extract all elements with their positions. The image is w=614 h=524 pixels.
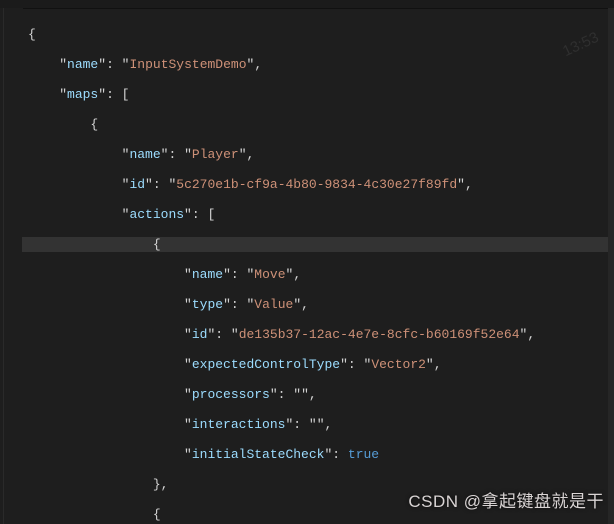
code-line: {	[22, 27, 614, 42]
code-line-active: {	[22, 237, 614, 252]
code-line: "maps": [	[22, 87, 614, 102]
code-line: "id": "de135b37-12ac-4e7e-8cfc-b60169f52…	[22, 327, 614, 342]
code-line: "name": "InputSystemDemo",	[22, 57, 614, 72]
code-line: {	[22, 117, 614, 132]
code-line: "processors": "",	[22, 387, 614, 402]
code-line: "initialStateCheck": true	[22, 447, 614, 462]
code-line: "id": "5c270e1b-cf9a-4b80-9834-4c30e27f8…	[22, 177, 614, 192]
code-line: "interactions": "",	[22, 417, 614, 432]
line-gutter	[0, 8, 23, 524]
code-line: "name": "Move",	[22, 267, 614, 282]
code-line: "expectedControlType": "Vector2",	[22, 357, 614, 372]
code-line: "type": "Value",	[22, 297, 614, 312]
code-editor[interactable]: { "name": "InputSystemDemo", "maps": [ {…	[22, 8, 614, 524]
attribution-watermark: CSDN @拿起键盘就是干	[408, 487, 604, 512]
code-line: "name": "Player",	[22, 147, 614, 162]
code-line: "actions": [	[22, 207, 614, 222]
minimap-scrollbar[interactable]	[608, 8, 614, 524]
